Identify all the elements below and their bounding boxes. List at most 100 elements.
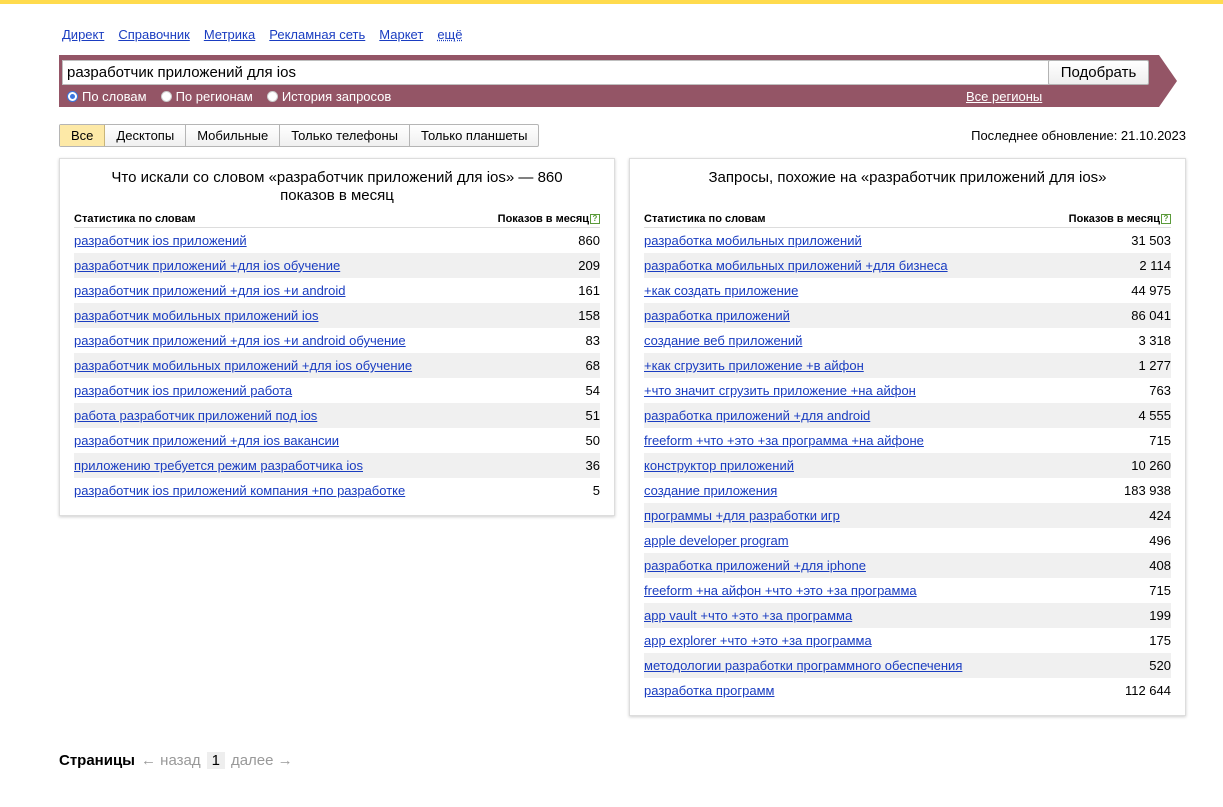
impressions-count: 715 <box>1149 583 1171 598</box>
tab-desktops[interactable]: Десктопы <box>105 125 187 146</box>
top-accent-bar <box>0 0 1223 4</box>
table-row: разработчик приложений +для ios обучение… <box>74 253 600 278</box>
service-link-direct[interactable]: Директ <box>62 27 104 42</box>
query-link[interactable]: разработка мобильных приложений <box>644 233 862 248</box>
service-link-ad-network[interactable]: Рекламная сеть <box>269 27 365 42</box>
impressions-count: 408 <box>1149 558 1171 573</box>
query-link[interactable]: +как создать приложение <box>644 283 798 298</box>
impressions-count: 183 938 <box>1124 483 1171 498</box>
tab-all[interactable]: Все <box>60 125 106 146</box>
impressions-count: 36 <box>585 458 600 473</box>
query-link[interactable]: разработка программ <box>644 683 774 698</box>
impressions-count: 10 260 <box>1131 458 1171 473</box>
impressions-count: 715 <box>1149 433 1171 448</box>
table-row: разработка приложений +для iphone 408 <box>644 553 1171 578</box>
table-row: приложению требуется режим разработчика … <box>74 453 600 478</box>
table-row: +как сгрузить приложение +в айфон 1 277 <box>644 353 1171 378</box>
service-link-metrika[interactable]: Метрика <box>204 27 255 42</box>
radio-dot[interactable] <box>266 91 278 102</box>
query-link[interactable]: создание веб приложений <box>644 333 802 348</box>
table-row: разработчик приложений +для ios вакансии… <box>74 428 600 453</box>
query-link[interactable]: разработчик мобильных приложений ios <box>74 308 319 323</box>
query-link[interactable]: разработчик ios приложений компания +по … <box>74 483 405 498</box>
query-link[interactable]: разработчик приложений +для ios +и andro… <box>74 283 345 298</box>
query-link[interactable]: app explorer +что +это +за программа <box>644 633 872 648</box>
all-regions-link[interactable]: Все регионы <box>966 89 1042 104</box>
panel-similar-queries: Запросы, похожие на «разработчик приложе… <box>629 158 1186 716</box>
query-link[interactable]: разработчик ios приложений <box>74 233 247 248</box>
query-link[interactable]: разработка приложений +для iphone <box>644 558 866 573</box>
search-input[interactable]: разработчик приложений для ios <box>63 64 1078 81</box>
query-link[interactable]: разработчик приложений +для ios +и andro… <box>74 333 406 348</box>
query-link[interactable]: конструктор приложений <box>644 458 794 473</box>
query-link[interactable]: разработка приложений +для android <box>644 408 870 423</box>
query-link[interactable]: методологии разработки программного обес… <box>644 658 962 673</box>
prev-page-link: ← назад <box>141 752 201 769</box>
query-link[interactable]: +что значит сгрузить приложение +на айфо… <box>644 383 916 398</box>
query-link[interactable]: программы +для разработки игр <box>644 508 840 523</box>
pick-button[interactable]: Подобрать <box>1048 60 1149 85</box>
impressions-count: 175 <box>1149 633 1171 648</box>
table-row: разработка приложений 86 041 <box>644 303 1171 328</box>
column-header-impressions-wrap: Показов в месяц ? <box>498 213 600 225</box>
panel-title: Что искали со словом «разработчик прилож… <box>111 169 563 204</box>
search-input-box[interactable]: разработчик приложений для ios ✕ <box>62 60 1102 85</box>
query-link[interactable]: freeform +что +это +за программа +на айф… <box>644 433 924 448</box>
impressions-count: 209 <box>578 258 600 273</box>
query-link[interactable]: создание приложения <box>644 483 777 498</box>
table-row: apple developer program 496 <box>644 528 1171 553</box>
service-link-market[interactable]: Маркет <box>379 27 423 42</box>
pagination: Страницы ← назад 1 далее → <box>59 752 293 769</box>
impressions-count: 83 <box>585 333 600 348</box>
table-row: конструктор приложений 10 260 <box>644 453 1171 478</box>
table-row: разработчик ios приложений компания +по … <box>74 478 600 503</box>
impressions-count: 86 041 <box>1131 308 1171 323</box>
current-page: 1 <box>206 752 225 769</box>
radio-by-words[interactable]: По словам <box>67 89 147 104</box>
panel-title: Запросы, похожие на «разработчик приложе… <box>708 169 1107 186</box>
impressions-count: 54 <box>585 383 600 398</box>
query-link[interactable]: +как сгрузить приложение +в айфон <box>644 358 864 373</box>
query-link[interactable]: разработка мобильных приложений +для биз… <box>644 258 948 273</box>
impressions-count: 199 <box>1149 608 1171 623</box>
table-row: методологии разработки программного обес… <box>644 653 1171 678</box>
left-table-body: разработчик ios приложений 860 разработчик… <box>74 228 600 503</box>
query-link[interactable]: разработчик приложений +для ios вакансии <box>74 433 339 448</box>
service-link-spravochnik[interactable]: Справочник <box>118 27 190 42</box>
service-link-more[interactable]: ещё <box>437 27 462 42</box>
search-mode-radios: По словам По регионам История запросов <box>67 89 391 104</box>
table-row: программы +для разработки игр 424 <box>644 503 1171 528</box>
table-row: разработчик приложений +для ios +и andro… <box>74 278 600 303</box>
impressions-count: 31 503 <box>1131 233 1171 248</box>
tab-tablets-only[interactable]: Только планшеты <box>410 125 538 146</box>
query-link[interactable]: freeform +на айфон +что +это +за програм… <box>644 583 917 598</box>
query-link[interactable]: apple developer program <box>644 533 789 548</box>
help-icon[interactable]: ? <box>590 214 600 224</box>
tab-phones-only[interactable]: Только телефоны <box>280 125 411 146</box>
impressions-count: 3 318 <box>1138 333 1171 348</box>
radio-by-regions[interactable]: По регионам <box>160 89 253 104</box>
impressions-count: 1 277 <box>1138 358 1171 373</box>
query-link[interactable]: разработчик мобильных приложений +для io… <box>74 358 412 373</box>
query-link[interactable]: разработка приложений <box>644 308 790 323</box>
radio-dot-checked[interactable] <box>67 91 78 102</box>
radio-history[interactable]: История запросов <box>266 89 391 104</box>
impressions-count: 424 <box>1149 508 1171 523</box>
impressions-count: 51 <box>585 408 600 423</box>
query-link[interactable]: работа разработчик приложений под ios <box>74 408 317 423</box>
query-link[interactable]: приложению требуется режим разработчика … <box>74 458 363 473</box>
table-row: freeform +что +это +за программа +на айф… <box>644 428 1171 453</box>
query-link[interactable]: разработчик ios приложений работа <box>74 383 292 398</box>
query-link[interactable]: разработчик приложений +для ios обучение <box>74 258 340 273</box>
table-row: +что значит сгрузить приложение +на айфо… <box>644 378 1171 403</box>
radio-label: По словам <box>82 89 147 104</box>
tab-mobile[interactable]: Мобильные <box>186 125 281 146</box>
right-table-body: разработка мобильных приложений 31 503 раз… <box>644 228 1171 703</box>
impressions-count: 161 <box>578 283 600 298</box>
table-row: app vault +что +это +за программа 199 <box>644 603 1171 628</box>
radio-dot[interactable] <box>160 91 172 102</box>
panel-searched-with-word: Что искали со словом «разработчик прилож… <box>59 158 615 516</box>
help-icon[interactable]: ? <box>1161 214 1171 224</box>
query-link[interactable]: app vault +что +это +за программа <box>644 608 852 623</box>
table-row: разработчик мобильных приложений ios 158 <box>74 303 600 328</box>
